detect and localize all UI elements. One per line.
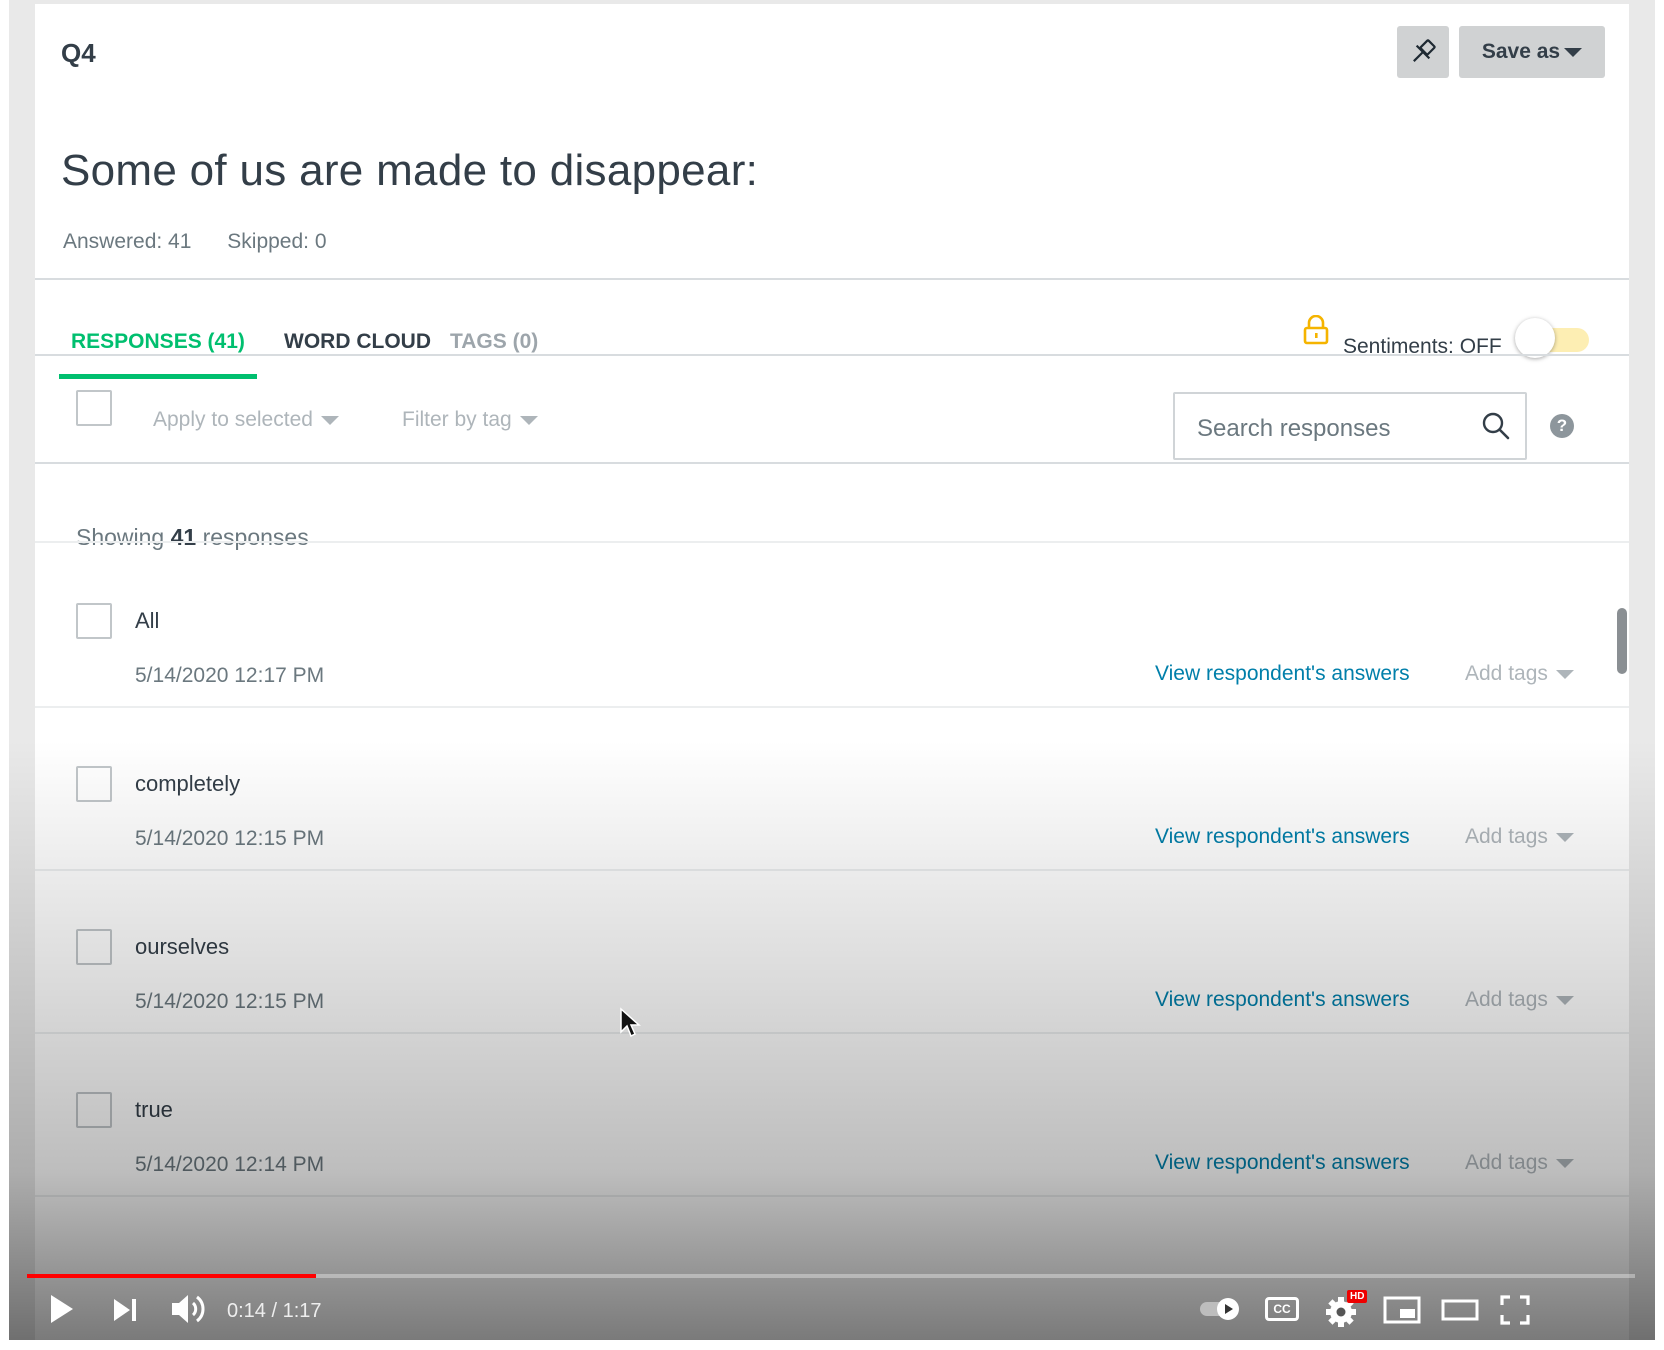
add-tags-dropdown[interactable]: Add tags: [1465, 1151, 1574, 1175]
settings-button[interactable]: HD: [1325, 1290, 1369, 1330]
apply-to-selected-dropdown[interactable]: Apply to selected: [153, 408, 339, 432]
video-time: 0:14 / 1:17: [227, 1300, 322, 1322]
filter-by-tag-dropdown[interactable]: Filter by tag: [402, 408, 538, 432]
response-row: ourselves 5/14/2020 12:15 PM View respon…: [35, 869, 1629, 1034]
chevron-down-icon: [320, 415, 339, 425]
view-respondent-answers-link[interactable]: View respondent's answers: [1155, 825, 1410, 849]
select-all-checkbox[interactable]: [76, 390, 112, 426]
chevron-down-icon: [1555, 995, 1574, 1005]
chevron-down-icon: [1564, 47, 1583, 57]
add-tags-dropdown[interactable]: Add tags: [1465, 662, 1574, 686]
active-tab-indicator: [59, 374, 257, 379]
question-card: Q4 Save as Some of us are made to disapp…: [35, 4, 1629, 1340]
divider: [35, 462, 1629, 464]
chevron-down-icon: [1555, 669, 1574, 679]
response-text: completely: [135, 771, 241, 796]
video-progress-fill: [27, 1274, 317, 1278]
help-icon[interactable]: ?: [1550, 414, 1574, 438]
play-icon[interactable]: [47, 1292, 77, 1326]
miniplayer-icon[interactable]: [1383, 1296, 1421, 1324]
search-icon[interactable]: [1481, 411, 1511, 441]
skipped-count: Skipped: 0: [227, 230, 327, 253]
response-checkbox[interactable]: [76, 766, 112, 802]
response-date: 5/14/2020 12:15 PM: [135, 990, 325, 1013]
response-checkbox[interactable]: [76, 929, 112, 965]
response-checkbox[interactable]: [76, 603, 112, 639]
autoplay-toggle-icon[interactable]: [1198, 1296, 1244, 1322]
save-as-label: Save as: [1481, 40, 1561, 63]
captions-button[interactable]: CC: [1265, 1297, 1299, 1321]
response-text: All: [135, 608, 160, 633]
add-tags-dropdown[interactable]: Add tags: [1465, 988, 1574, 1012]
response-row: completely 5/14/2020 12:15 PM View respo…: [35, 706, 1629, 871]
theater-mode-icon[interactable]: [1441, 1296, 1479, 1324]
toggle-knob: [1515, 318, 1555, 358]
video-frame: Q4 Save as Some of us are made to disapp…: [9, 0, 1655, 1340]
search-placeholder: Search responses: [1197, 415, 1391, 442]
divider: [35, 354, 1629, 356]
apply-to-selected-label: Apply to selected: [153, 408, 313, 431]
chevron-down-icon: [1555, 1158, 1574, 1168]
filter-by-tag-label: Filter by tag: [402, 408, 512, 431]
response-text: true: [135, 1097, 173, 1122]
question-title: Some of us are made to disappear:: [61, 146, 759, 195]
sentiments-toggle[interactable]: [1515, 318, 1591, 358]
question-stats: Answered: 41 Skipped: 0: [63, 230, 357, 254]
response-date: 5/14/2020 12:14 PM: [135, 1153, 325, 1176]
tab-responses[interactable]: RESPONSES (41): [71, 330, 245, 354]
view-respondent-answers-link[interactable]: View respondent's answers: [1155, 662, 1410, 686]
fullscreen-icon[interactable]: [1499, 1294, 1531, 1326]
next-icon[interactable]: [111, 1296, 139, 1324]
scrollbar-thumb[interactable]: [1617, 608, 1627, 674]
chevron-down-icon: [519, 415, 538, 425]
divider: [35, 278, 1629, 280]
question-number: Q4: [61, 38, 96, 68]
lock-icon: [1303, 315, 1329, 345]
answered-count: Answered: 41: [63, 230, 192, 253]
view-respondent-answers-link[interactable]: View respondent's answers: [1155, 988, 1410, 1012]
add-tags-dropdown[interactable]: Add tags: [1465, 825, 1574, 849]
chevron-down-icon: [1555, 832, 1574, 842]
response-checkbox[interactable]: [76, 1092, 112, 1128]
response-row: All 5/14/2020 12:17 PM View respondent's…: [35, 543, 1629, 708]
hd-badge: HD: [1347, 1290, 1368, 1303]
response-date: 5/14/2020 12:15 PM: [135, 827, 325, 850]
response-date: 5/14/2020 12:17 PM: [135, 664, 325, 687]
video-progress-bar[interactable]: [27, 1274, 1635, 1278]
pin-icon: [1413, 39, 1436, 62]
response-text: ourselves: [135, 934, 230, 959]
save-as-button[interactable]: Save as: [1459, 26, 1605, 78]
response-row: true 5/14/2020 12:14 PM View respondent'…: [35, 1032, 1629, 1197]
pin-button[interactable]: [1397, 26, 1449, 78]
volume-icon[interactable]: [169, 1292, 209, 1326]
search-input[interactable]: Search responses: [1173, 392, 1527, 460]
tab-tags[interactable]: TAGS (0): [450, 330, 538, 354]
view-respondent-answers-link[interactable]: View respondent's answers: [1155, 1151, 1410, 1175]
tab-word-cloud[interactable]: WORD CLOUD: [284, 330, 431, 354]
